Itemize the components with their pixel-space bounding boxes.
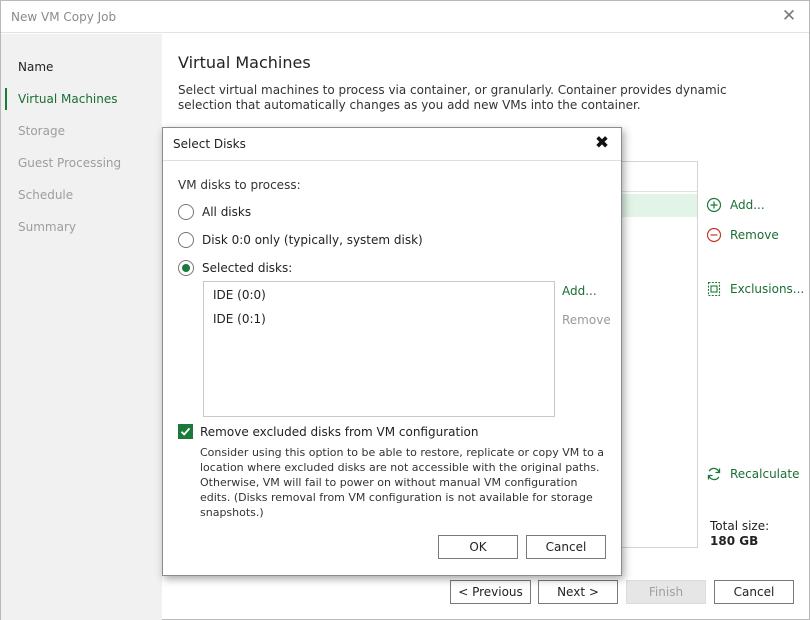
disks-prompt: VM disks to process: bbox=[178, 178, 301, 192]
step-name[interactable]: Name bbox=[1, 54, 162, 80]
radio-selected-disks-label: Selected disks: bbox=[202, 261, 293, 275]
dialog-title: Select Disks bbox=[173, 137, 246, 151]
previous-button[interactable]: < Previous bbox=[450, 580, 531, 604]
refresh-icon bbox=[707, 467, 721, 481]
minus-circle-icon bbox=[706, 227, 722, 243]
selected-disks-list[interactable]: IDE (0:0) IDE (0:1) bbox=[203, 281, 555, 417]
title-bar: New VM Copy Job ✕ bbox=[1, 1, 809, 33]
cancel-button[interactable]: Cancel bbox=[714, 580, 794, 604]
total-size-value: 180 GB bbox=[710, 534, 759, 548]
radio-button-checked[interactable] bbox=[178, 260, 194, 276]
page-description: Select virtual machines to process via c… bbox=[178, 83, 727, 112]
radio-system-disk-label: Disk 0:0 only (typically, system disk) bbox=[202, 233, 423, 247]
page-title: Virtual Machines bbox=[178, 53, 311, 72]
disk-item[interactable]: IDE (0:0) bbox=[213, 288, 266, 302]
finish-button: Finish bbox=[626, 580, 706, 604]
exclusions-icon bbox=[707, 281, 721, 297]
exclusions-label: Exclusions... bbox=[730, 282, 805, 296]
step-guest-processing: Guest Processing bbox=[18, 156, 122, 170]
step-schedule: Schedule bbox=[18, 188, 74, 202]
next-button[interactable]: Next > bbox=[538, 580, 618, 604]
select-disks-dialog: Select Disks ✖ VM disks to process: All … bbox=[162, 127, 622, 576]
radio-button[interactable] bbox=[178, 232, 194, 248]
radio-button[interactable] bbox=[178, 204, 194, 220]
dialog-cancel-button[interactable]: Cancel bbox=[526, 535, 606, 559]
remove-vm-label: Remove bbox=[730, 228, 779, 242]
dialog-close-icon[interactable]: ✖ bbox=[591, 132, 613, 154]
dialog-ok-button[interactable]: OK bbox=[438, 535, 518, 559]
step-virtual-machines[interactable]: Virtual Machines bbox=[1, 86, 162, 112]
dialog-divider bbox=[163, 160, 621, 161]
step-summary: Summary bbox=[18, 220, 76, 234]
remove-excluded-disks-label: Remove excluded disks from VM configurat… bbox=[200, 425, 479, 439]
window-title: New VM Copy Job bbox=[11, 10, 117, 24]
step-storage: Storage bbox=[18, 124, 65, 138]
wizard-steps-sidebar: Name Virtual Machines Storage Guest Proc… bbox=[1, 34, 162, 620]
checkbox-checked[interactable] bbox=[178, 424, 193, 439]
total-size-label: Total size: bbox=[710, 519, 770, 533]
radio-all-disks-label: All disks bbox=[202, 205, 252, 219]
add-vm-label: Add... bbox=[730, 198, 765, 212]
checkmark-icon bbox=[180, 427, 191, 436]
add-disk-link[interactable]: Add... bbox=[562, 284, 597, 298]
remove-excluded-disks-note: Consider using this option to be able to… bbox=[200, 446, 605, 519]
recalculate-label: Recalculate bbox=[730, 467, 800, 481]
window-close-icon[interactable]: ✕ bbox=[779, 5, 799, 27]
plus-circle-icon bbox=[706, 197, 722, 213]
disk-item[interactable]: IDE (0:1) bbox=[213, 312, 266, 326]
remove-disk-link: Remove bbox=[562, 313, 611, 327]
